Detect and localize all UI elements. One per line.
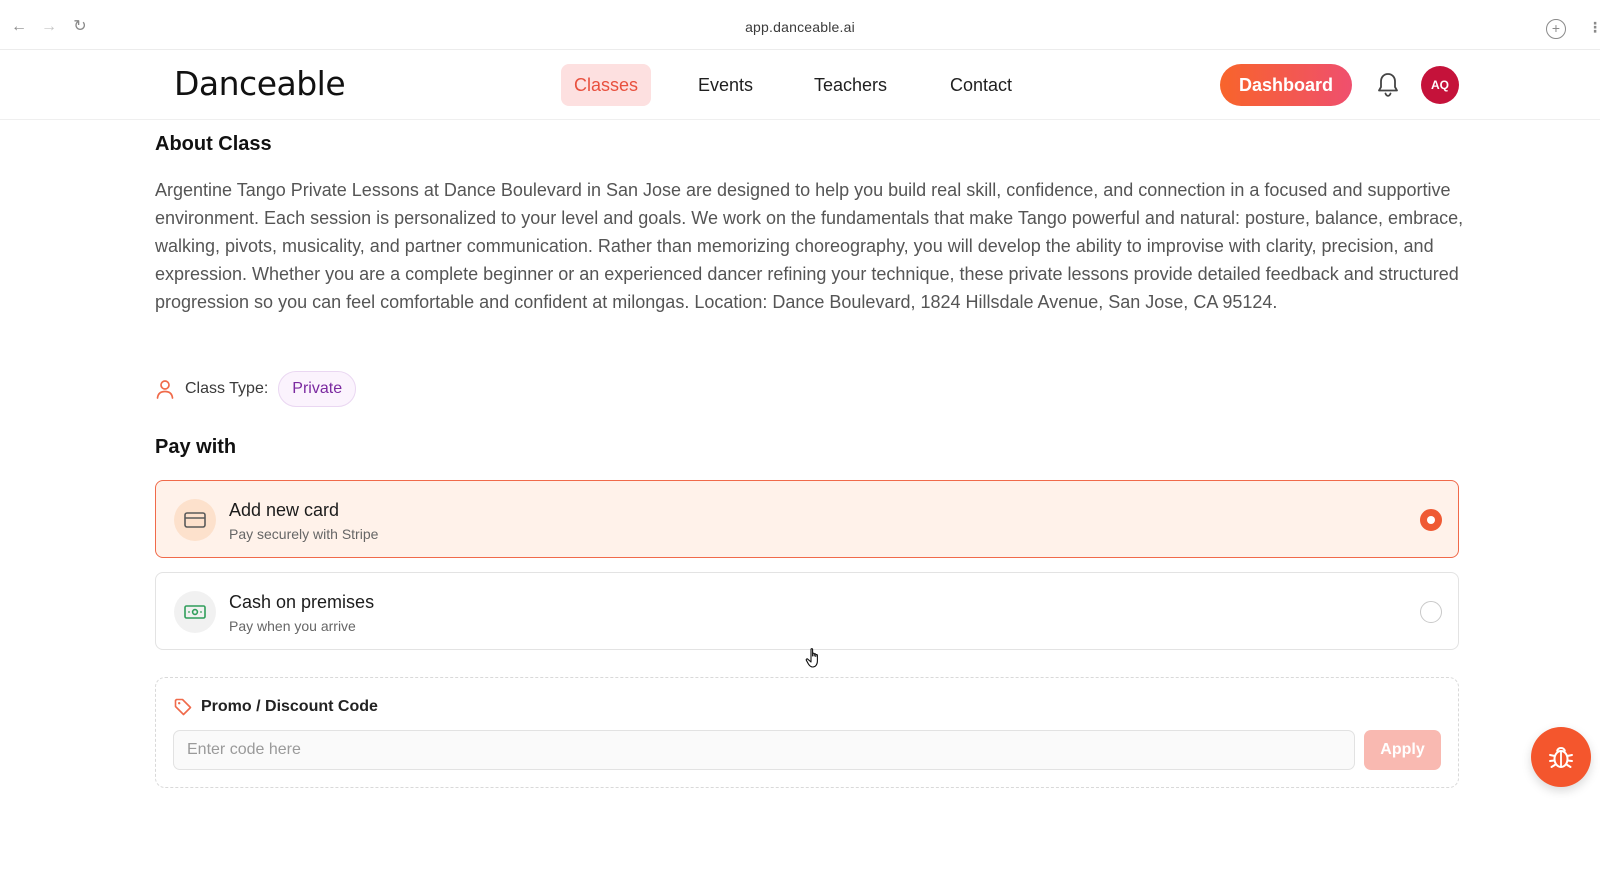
promo-code-input[interactable] [173, 730, 1355, 770]
new-tab-icon[interactable]: + [1546, 19, 1566, 39]
tag-icon [174, 698, 192, 716]
bell-icon[interactable] [1376, 72, 1400, 98]
credit-card-icon [174, 499, 216, 541]
more-menu-icon[interactable]: ⋮ [1588, 18, 1600, 36]
pay-with-heading: Pay with [155, 436, 237, 458]
apply-button[interactable]: Apply [1364, 730, 1441, 770]
radio-selected[interactable] [1420, 509, 1442, 531]
promo-label: Promo / Discount Code [201, 698, 378, 715]
hand-cursor-icon [805, 648, 818, 668]
pay-option-title: Add new card [229, 500, 340, 520]
class-type-badge: Private [278, 371, 357, 407]
nav-events[interactable]: Events [685, 64, 766, 106]
person-icon [156, 380, 174, 399]
danceable-logo[interactable]: Danceable [174, 64, 346, 103]
radio-unselected[interactable] [1420, 601, 1442, 623]
bug-icon [1549, 746, 1573, 768]
user-avatar[interactable]: AQ [1421, 66, 1459, 104]
promo-header: Promo / Discount Code [174, 698, 378, 716]
pay-option-title: Cash on premises [229, 592, 375, 612]
address-bar[interactable]: app.danceable.ai [0, 19, 1600, 35]
class-type-row: Class Type: Private [155, 371, 357, 407]
pay-option-cash[interactable]: Cash on premises Pay when you arrive [155, 572, 1459, 650]
nav-teachers[interactable]: Teachers [801, 64, 900, 106]
class-type-label: Class Type: [185, 380, 269, 397]
about-class-heading: About Class [155, 133, 272, 155]
about-class-description: Argentine Tango Private Lessons at Dance… [155, 180, 1464, 312]
nav-contact[interactable]: Contact [937, 64, 1025, 106]
nav-classes[interactable]: Classes [561, 64, 652, 106]
pay-option-subtitle: Pay securely with Stripe [229, 526, 379, 542]
bug-report-button[interactable] [1531, 727, 1591, 787]
promo-code-section: Promo / Discount Code Apply [155, 677, 1459, 788]
pay-option-card[interactable]: Add new card Pay securely with Stripe [155, 480, 1459, 558]
pay-option-subtitle: Pay when you arrive [229, 618, 356, 634]
browser-toolbar: ← → ↻ app.danceable.ai + ⋮ [0, 0, 1600, 50]
dashboard-button[interactable]: Dashboard [1220, 64, 1352, 106]
cash-icon [174, 591, 216, 633]
site-header: Danceable Classes Events Teachers Contac… [0, 50, 1600, 120]
